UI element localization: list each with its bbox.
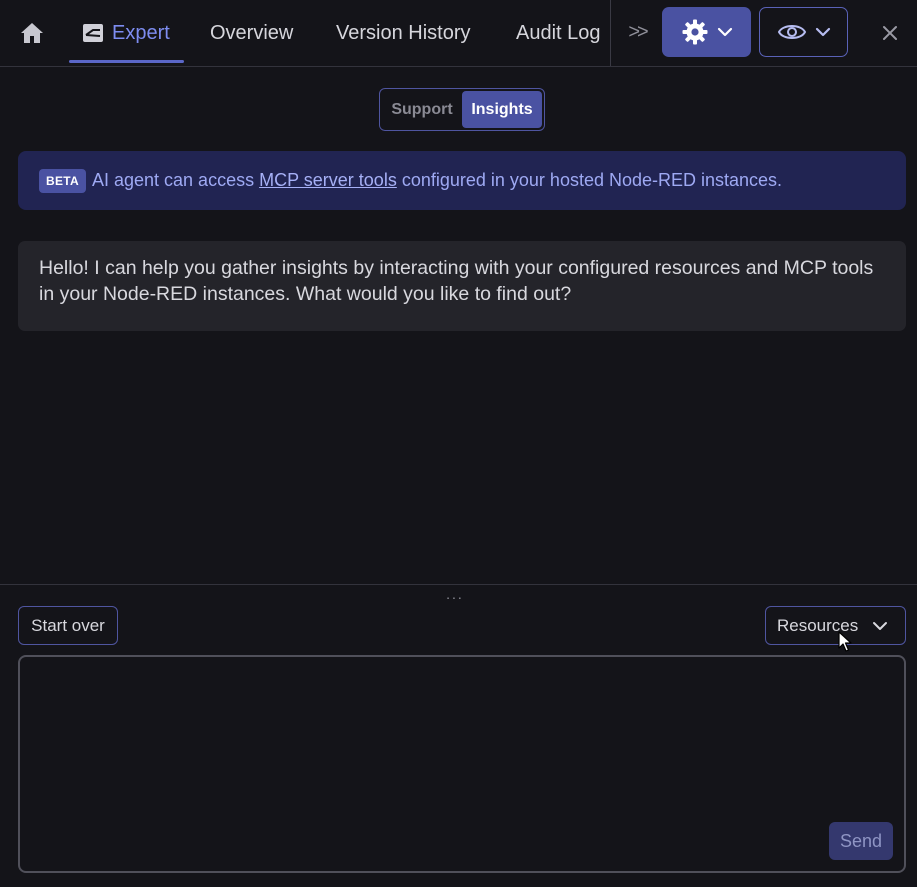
expert-logo-icon xyxy=(83,24,103,42)
tab-version-history[interactable]: Version History xyxy=(336,0,471,66)
double-chevron-right-icon: >> xyxy=(628,20,648,43)
mode-support-button[interactable]: Support xyxy=(382,91,462,128)
chevron-down-icon xyxy=(717,27,732,37)
view-menu-button[interactable] xyxy=(759,7,848,57)
chevron-down-icon xyxy=(873,621,888,630)
home-icon xyxy=(21,23,43,43)
banner-text-after: configured in your hosted Node-RED insta… xyxy=(401,170,783,190)
tab-overview[interactable]: Overview xyxy=(210,0,293,66)
expert-panel: Expert Overview Version History Audit Lo… xyxy=(0,0,917,887)
mode-insights-button[interactable]: Insights xyxy=(462,91,542,128)
resize-handle[interactable]: ... xyxy=(440,586,470,602)
panel-divider xyxy=(0,584,917,585)
tab-expert[interactable]: Expert xyxy=(82,0,170,66)
eye-icon xyxy=(777,25,806,39)
home-button[interactable] xyxy=(12,14,52,52)
start-over-button[interactable]: Start over xyxy=(18,606,118,645)
close-button[interactable] xyxy=(872,15,908,51)
resources-label: Resources xyxy=(777,615,859,635)
mcp-server-tools-link[interactable]: MCP server tools xyxy=(259,170,397,191)
beta-badge: BETA xyxy=(39,168,86,193)
tab-label: Overview xyxy=(210,21,294,44)
assistant-message-text: Hello! I can help you gather insights by… xyxy=(39,257,874,305)
tab-separator xyxy=(610,0,611,66)
gear-icon xyxy=(682,19,707,45)
top-nav: Expert Overview Version History Audit Lo… xyxy=(0,0,917,67)
prompt-input[interactable] xyxy=(20,657,904,871)
banner-text-before: AI agent can access xyxy=(91,170,255,190)
close-icon xyxy=(883,26,897,40)
send-label: Send xyxy=(839,830,883,851)
tab-overflow-button[interactable]: >> xyxy=(622,16,652,48)
chevron-down-icon xyxy=(815,27,830,37)
mode-toggle: Support Insights xyxy=(379,88,545,131)
beta-banner: BETA AI agent can access MCP server tool… xyxy=(18,151,906,210)
send-button[interactable]: Send xyxy=(829,822,893,860)
settings-menu-button[interactable] xyxy=(662,7,751,57)
tab-label: Audit Log xyxy=(516,21,601,44)
resources-dropdown[interactable]: Resources xyxy=(765,606,906,645)
active-tab-indicator xyxy=(69,60,184,63)
tab-label: Expert xyxy=(112,21,170,44)
prompt-input-container xyxy=(18,655,906,873)
start-over-label: Start over xyxy=(31,615,105,635)
tab-label: Version History xyxy=(336,21,471,44)
tab-audit-log[interactable]: Audit Log xyxy=(516,0,601,66)
assistant-message: Hello! I can help you gather insights by… xyxy=(18,241,906,331)
